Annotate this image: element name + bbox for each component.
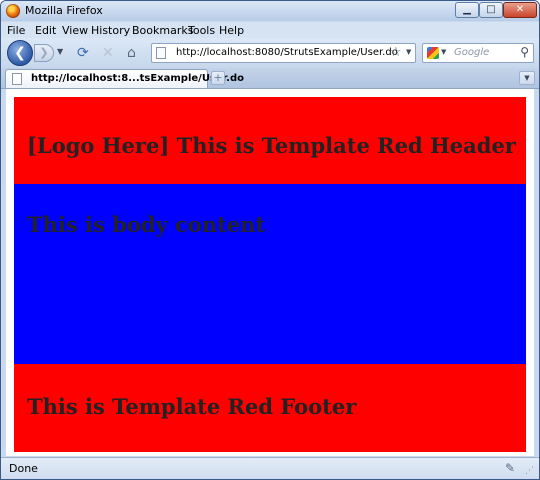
search-input[interactable]: Google: [454, 47, 489, 58]
home-icon[interactable]: ⌂: [127, 45, 136, 61]
header-heading: [Logo Here] This is Template Red Header: [27, 133, 516, 158]
tab-user-do[interactable]: http://localhost:8...tsExample/User.do: [5, 69, 244, 88]
maximize-button[interactable]: □: [479, 2, 503, 18]
menu-tools[interactable]: Tools: [188, 24, 215, 37]
google-engine-icon[interactable]: [427, 47, 439, 59]
content-viewport: [Logo Here] This is Template Red Header …: [6, 89, 534, 456]
status-text: Done: [9, 462, 38, 475]
url-dropdown-icon[interactable]: ▼: [406, 48, 411, 56]
menu-bar: File Edit View History Bookmarks Tools H…: [1, 22, 539, 38]
url-bar[interactable]: http://localhost:8080/StrutsExample/User…: [151, 43, 416, 63]
page-icon: [156, 47, 166, 59]
page-header-section: [Logo Here] This is Template Red Header: [14, 97, 526, 184]
page-body-section: This is body content: [14, 184, 526, 364]
firefox-logo-icon: [6, 4, 20, 18]
close-button[interactable]: ✕: [503, 2, 537, 18]
stop-icon[interactable]: ✕: [102, 45, 114, 61]
minimize-button[interactable]: ▁: [455, 2, 479, 18]
addon-icon[interactable]: ✎: [505, 461, 515, 475]
search-bar[interactable]: ▼ Google ⚲: [422, 43, 534, 63]
menu-bookmarks[interactable]: Bookmarks: [132, 24, 193, 37]
window-title: Mozilla Firefox: [25, 4, 103, 17]
search-icon[interactable]: ⚲: [520, 45, 529, 59]
page-footer-section: This is Template Red Footer: [14, 364, 526, 452]
navigation-toolbar: ❮ ❯ ▼ ⟳ ✕ ⌂ http://localhost:8080/Struts…: [1, 38, 539, 68]
bookmark-star-icon[interactable]: ☆: [390, 45, 402, 60]
url-text[interactable]: http://localhost:8080/StrutsExample/User…: [176, 47, 398, 58]
search-engine-dropdown-icon[interactable]: ▼: [441, 48, 446, 56]
menu-file[interactable]: File: [7, 24, 25, 37]
new-tab-button[interactable]: +: [211, 71, 225, 85]
menu-history[interactable]: History: [91, 24, 130, 37]
body-heading: This is body content: [27, 212, 266, 237]
history-dropdown-icon[interactable]: ▼: [57, 47, 63, 56]
browser-window: Mozilla Firefox ▁ □ ✕ File Edit View His…: [0, 0, 540, 480]
back-button[interactable]: ❮: [7, 40, 33, 66]
menu-view[interactable]: View: [62, 24, 88, 37]
tab-page-icon: [12, 73, 22, 85]
tab-list-button[interactable]: ▼: [519, 71, 535, 85]
resize-grip-icon[interactable]: ⋰: [525, 466, 534, 476]
title-bar[interactable]: Mozilla Firefox ▁ □ ✕: [1, 1, 539, 21]
reload-icon[interactable]: ⟳: [77, 45, 89, 61]
tab-strip: http://localhost:8...tsExample/User.do +…: [1, 68, 539, 89]
footer-heading: This is Template Red Footer: [27, 394, 357, 419]
status-bar: Done ✎ ⋰: [1, 457, 539, 479]
forward-button[interactable]: ❯: [34, 44, 54, 62]
menu-edit[interactable]: Edit: [35, 24, 56, 37]
menu-help[interactable]: Help: [219, 24, 244, 37]
